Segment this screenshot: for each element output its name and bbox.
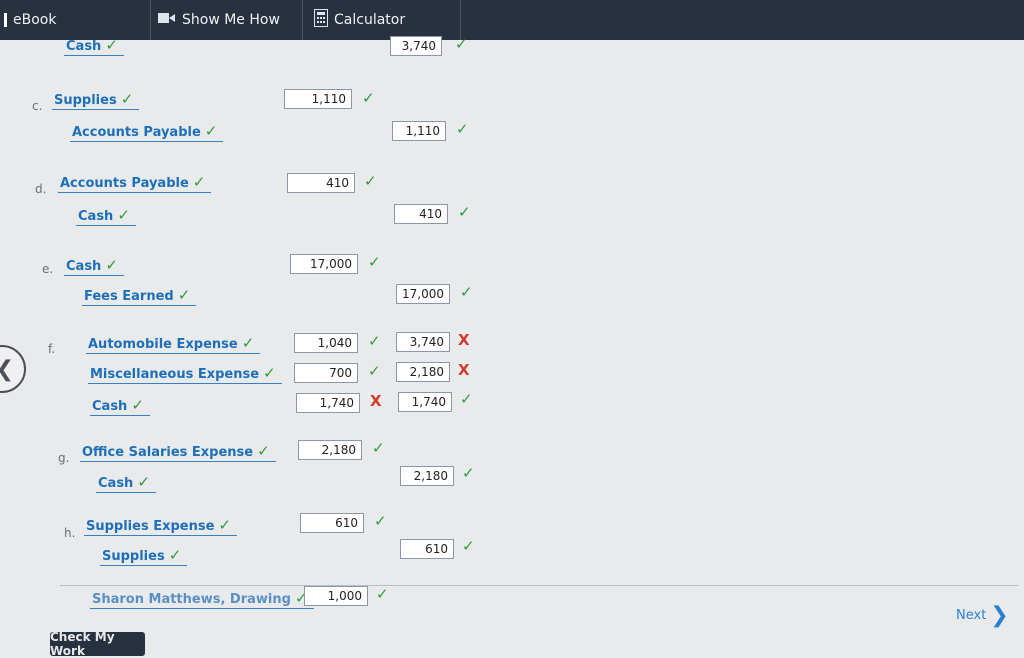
entry-letter: g. xyxy=(58,451,70,465)
entry-letter: f. xyxy=(48,342,56,356)
account-field[interactable]: Office Salaries Expense ✓ xyxy=(80,442,276,462)
show-me-how-button[interactable]: Show Me How xyxy=(150,0,303,40)
credit-amount-field[interactable]: 3,740 xyxy=(390,36,442,56)
calculator-icon xyxy=(314,9,328,31)
entry-letter: c. xyxy=(32,99,43,113)
check-icon: ✓ xyxy=(455,35,468,53)
credit-amount-field[interactable]: 610 xyxy=(400,539,454,559)
video-icon xyxy=(158,12,176,28)
check-icon: ✓ xyxy=(362,89,375,107)
account-field[interactable]: Cash ✓ xyxy=(64,256,124,276)
entry-letter: h. xyxy=(64,526,76,540)
credit-amount-field[interactable]: 1,110 xyxy=(392,121,446,141)
credit-amount-field[interactable]: 17,000 xyxy=(396,284,450,304)
toolbar: eBook Show Me How Calculator xyxy=(0,0,1024,40)
divider xyxy=(60,585,1018,586)
check-icon: ✓ xyxy=(368,253,381,271)
chevron-right-icon: ❯ xyxy=(990,603,1009,628)
journal-entries: Cash ✓ 3,740 ✓ c. Supplies ✓ 1,110 ✓ Accou… xyxy=(0,35,1024,658)
show-me-how-label: Show Me How xyxy=(182,12,280,28)
account-field[interactable]: Supplies Expense ✓ xyxy=(84,516,237,536)
check-icon: ✓ xyxy=(460,283,473,301)
check-icon: ✓ xyxy=(376,585,389,603)
account-field[interactable]: Supplies ✓ xyxy=(52,90,140,110)
account-field[interactable]: Accounts Payable ✓ xyxy=(58,173,212,193)
check-my-work-button[interactable]: Check My Work xyxy=(50,630,145,658)
credit-amount-field[interactable]: 2,180 xyxy=(400,466,454,486)
cross-icon: X xyxy=(458,331,470,349)
check-icon: ✓ xyxy=(368,362,381,380)
check-icon: ✓ xyxy=(372,439,385,457)
account-field[interactable]: Miscellaneous Expense ✓ xyxy=(88,364,282,384)
calculator-label: Calculator xyxy=(334,12,406,28)
check-icon: ✓ xyxy=(456,120,469,138)
credit-amount-field[interactable]: 1,740 xyxy=(398,392,452,412)
entry-letter: d. xyxy=(35,182,47,196)
debit-amount-field[interactable]: 2,180 xyxy=(298,440,362,460)
debit-amount-field[interactable]: 700 xyxy=(294,363,358,383)
check-icon: ✓ xyxy=(460,390,473,408)
debit-amount-field[interactable]: 410 xyxy=(287,173,355,193)
account-field[interactable]: Cash ✓ xyxy=(96,473,156,493)
next-label: Next xyxy=(956,608,987,623)
debit-amount-field[interactable]: 610 xyxy=(300,513,364,533)
calculator-button[interactable]: Calculator xyxy=(302,0,461,40)
check-icon: ✓ xyxy=(374,512,387,530)
account-field[interactable]: Automobile Expense ✓ xyxy=(86,334,261,354)
book-icon xyxy=(4,13,7,27)
account-field[interactable]: Accounts Payable ✓ xyxy=(70,122,224,142)
credit-amount-field[interactable]: 2,180 xyxy=(396,362,450,382)
credit-amount-field[interactable]: 3,740 xyxy=(396,332,450,352)
debit-amount-field[interactable]: 1,740 xyxy=(296,393,360,413)
debit-amount-field[interactable]: 1,040 xyxy=(294,333,358,353)
check-icon: ✓ xyxy=(462,464,475,482)
debit-amount-field[interactable]: 17,000 xyxy=(290,254,358,274)
check-icon: ✓ xyxy=(458,203,471,221)
chevron-left-icon: ❮ xyxy=(0,357,14,382)
entry-letter: e. xyxy=(42,262,54,276)
cross-icon: X xyxy=(458,361,470,379)
check-icon: ✓ xyxy=(364,172,377,190)
account-field[interactable]: Cash ✓ xyxy=(76,206,136,226)
debit-amount-field[interactable]: 1,000 xyxy=(304,586,368,606)
ebook-label: eBook xyxy=(13,12,57,28)
account-field[interactable]: Cash ✓ xyxy=(90,396,150,416)
debit-amount-field[interactable]: 1,110 xyxy=(284,89,352,109)
cross-icon: X xyxy=(370,392,382,410)
account-field[interactable]: Sharon Matthews, Drawing ✓ xyxy=(90,589,314,609)
check-icon: ✓ xyxy=(462,537,475,555)
ebook-button[interactable]: eBook xyxy=(0,0,151,40)
account-field[interactable]: Cash ✓ xyxy=(64,36,124,56)
account-field[interactable]: Supplies ✓ xyxy=(100,546,188,566)
credit-amount-field[interactable]: 410 xyxy=(394,204,448,224)
check-icon: ✓ xyxy=(368,332,381,350)
account-field[interactable]: Fees Earned ✓ xyxy=(82,286,197,306)
next-button[interactable]: Next ❯ xyxy=(956,603,1009,628)
